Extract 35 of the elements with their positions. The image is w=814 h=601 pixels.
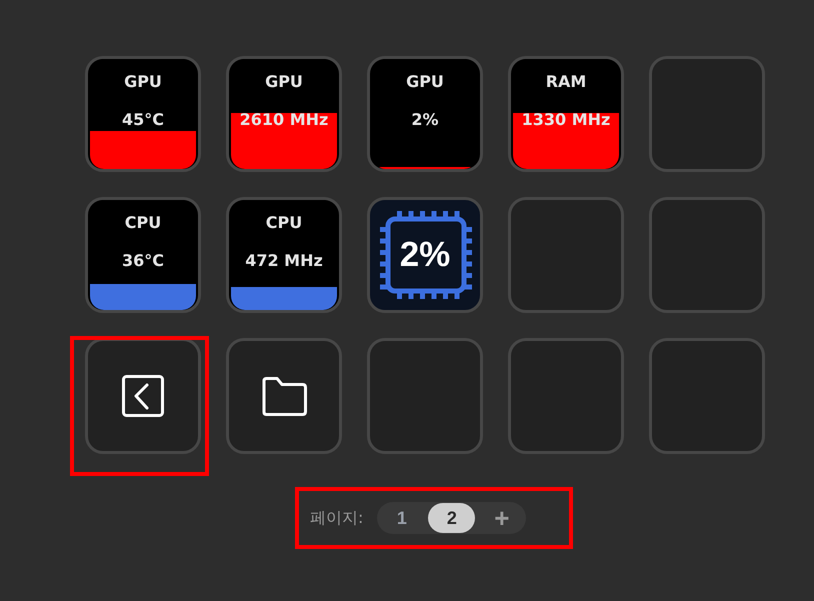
cpu-usage-key[interactable]: 2% [367, 197, 483, 313]
key-title: CPU [124, 214, 162, 232]
empty-key[interactable] [649, 338, 765, 454]
chip-icon [380, 211, 472, 299]
page-tab[interactable]: 2 [428, 503, 476, 533]
empty-key[interactable] [649, 197, 765, 313]
empty-key[interactable] [508, 197, 624, 313]
key-value: 2% [400, 236, 450, 274]
key-value: 1330 MHz [522, 111, 610, 129]
meter-key[interactable]: CPU 472 MHz [226, 197, 342, 313]
key-title: GPU [406, 73, 444, 91]
meter-key[interactable]: GPU 2% [367, 56, 483, 172]
key-value: 2% [411, 111, 439, 129]
key-title: GPU [124, 73, 162, 91]
key-title: GPU [265, 73, 303, 91]
meter-key[interactable]: GPU 2610 MHz [226, 56, 342, 172]
meter-key[interactable]: GPU 45°C [85, 56, 201, 172]
empty-key[interactable] [508, 338, 624, 454]
key-title: CPU [266, 214, 302, 232]
add-page-button[interactable]: + [478, 503, 526, 533]
back-icon [122, 375, 164, 417]
page-tab[interactable]: 1 [378, 503, 426, 533]
key-title: RAM [546, 73, 586, 91]
folder-key[interactable] [226, 338, 342, 454]
back-key[interactable] [85, 338, 201, 454]
meter-key[interactable]: CPU 36°C [85, 197, 201, 313]
empty-key[interactable] [649, 56, 765, 172]
key-value: 36°C [122, 252, 164, 270]
key-value: 45°C [122, 111, 164, 129]
meter-key[interactable]: RAM 1330 MHz [508, 56, 624, 172]
folder-icon [260, 376, 308, 416]
empty-key[interactable] [367, 338, 483, 454]
key-value: 472 MHz [245, 252, 323, 270]
page-label: 페이지: [310, 508, 364, 528]
key-value: 2610 MHz [240, 111, 328, 129]
